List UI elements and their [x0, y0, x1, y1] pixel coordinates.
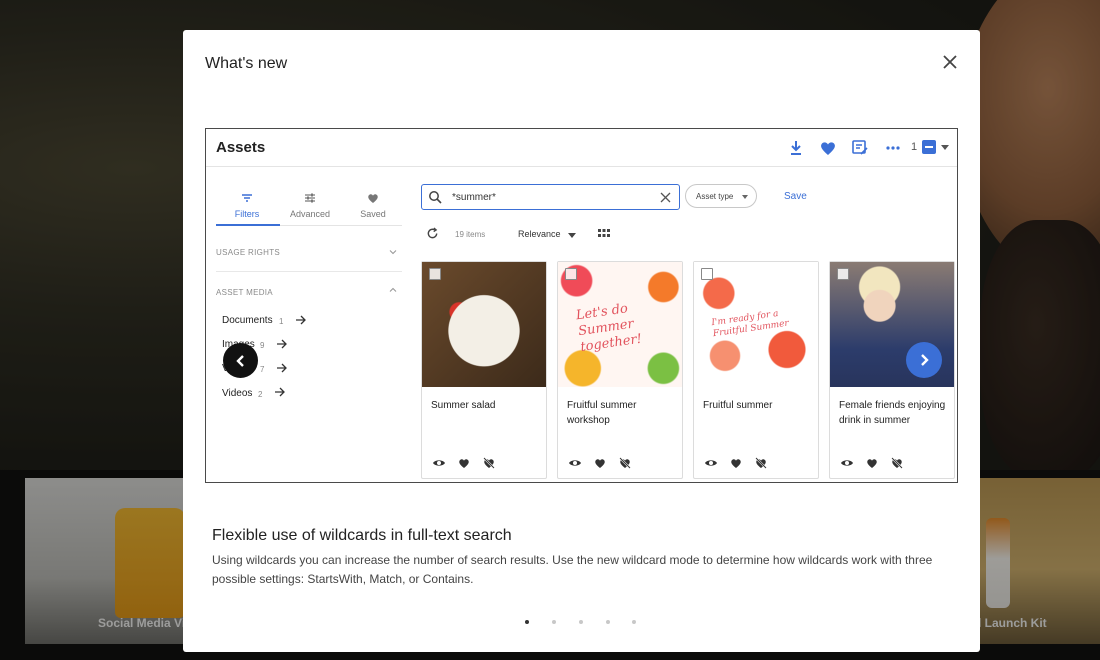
section-divider	[216, 271, 402, 272]
previous-slide-button[interactable]	[223, 343, 258, 378]
search-icon	[429, 191, 442, 204]
chevron-down-icon[interactable]	[568, 233, 576, 238]
asset-checkbox[interactable]	[429, 268, 441, 280]
close-icon	[943, 55, 957, 69]
filter-icon	[242, 194, 252, 202]
feature-title: Flexible use of wildcards in full-text s…	[212, 527, 512, 544]
asset-actions	[704, 456, 774, 470]
section-usage-rights[interactable]: USAGE RIGHTS	[216, 248, 280, 257]
asset-card[interactable]: I'm ready for a Fruitful Summer Fruitful…	[693, 261, 819, 479]
thumbnail-text: Let's do Summer together!	[575, 301, 643, 356]
whats-new-dialog: What's new Assets 1 Filters Advanced Sav…	[183, 30, 980, 652]
heart-icon[interactable]	[865, 456, 879, 470]
heart-off-icon[interactable]	[482, 456, 496, 470]
heart-icon	[368, 194, 378, 203]
items-count: 19 items	[455, 230, 486, 239]
close-button[interactable]	[940, 52, 960, 72]
assets-title: Assets	[216, 139, 266, 156]
asset-actions	[840, 456, 910, 470]
clear-icon[interactable]	[660, 192, 671, 203]
eye-icon[interactable]	[840, 456, 854, 470]
media-count: 2	[258, 390, 263, 399]
search-input[interactable]: *summer*	[421, 184, 680, 210]
sort-dropdown[interactable]: Relevance	[518, 229, 561, 239]
asset-checkbox[interactable]	[701, 268, 713, 280]
heart-off-icon[interactable]	[618, 456, 632, 470]
tab-filters[interactable]: Filters	[217, 191, 277, 219]
selection-count: 1	[911, 141, 918, 153]
edit-list-button[interactable]	[850, 138, 870, 158]
eye-icon[interactable]	[568, 456, 582, 470]
heart-icon[interactable]	[729, 456, 743, 470]
asset-checkbox[interactable]	[565, 268, 577, 280]
save-search-button[interactable]: Save	[784, 191, 807, 202]
tab-advanced[interactable]: Advanced	[280, 191, 340, 219]
heart-icon	[821, 142, 835, 155]
asset-actions	[432, 456, 502, 470]
dialog-title: What's new	[205, 55, 288, 72]
eye-icon[interactable]	[432, 456, 446, 470]
pagination-dot[interactable]	[579, 620, 583, 624]
edit-list-icon	[852, 140, 868, 155]
heart-icon[interactable]	[457, 456, 471, 470]
chevron-up-icon[interactable]	[389, 286, 397, 294]
tab-label: Advanced	[289, 209, 331, 219]
asset-checkbox[interactable]	[837, 268, 849, 280]
asset-thumbnail[interactable]: I'm ready for a Fruitful Summer	[694, 262, 818, 387]
sliders-icon	[305, 193, 315, 203]
asset-caption: Fruitful summer workshop	[567, 400, 637, 426]
asset-card[interactable]: Summer salad	[421, 261, 547, 479]
favorite-button[interactable]	[818, 138, 838, 158]
media-count: 7	[260, 365, 265, 374]
heart-off-icon[interactable]	[890, 456, 904, 470]
arrow-right-icon[interactable]	[295, 315, 307, 325]
download-icon	[791, 141, 801, 155]
pagination-dot[interactable]	[606, 620, 610, 624]
download-button[interactable]	[786, 138, 806, 158]
asset-actions	[568, 456, 638, 470]
media-count: 9	[260, 341, 265, 350]
heart-icon[interactable]	[593, 456, 607, 470]
pagination-dot[interactable]	[525, 620, 529, 624]
arrow-right-icon[interactable]	[276, 339, 288, 349]
asset-thumbnail[interactable]: Let's do Summer together!	[558, 262, 682, 387]
active-tab-indicator	[216, 224, 280, 226]
feature-description: Using wildcards you can increase the num…	[212, 553, 933, 586]
chevron-down-icon[interactable]	[941, 145, 949, 150]
tab-label: Saved	[360, 209, 386, 219]
heart-off-icon[interactable]	[754, 456, 768, 470]
chevron-right-icon	[921, 354, 929, 366]
feature-screenshot: Assets 1 Filters Advanced Saved USAGE RI…	[205, 128, 958, 483]
asset-caption: Female friends enjoying drink in summer	[839, 400, 946, 426]
more-button[interactable]	[883, 138, 903, 158]
grid-view-icon[interactable]	[598, 228, 610, 240]
tab-label: Filters	[234, 209, 260, 219]
chevron-down-icon	[742, 195, 748, 199]
search-value: *summer*	[452, 192, 496, 203]
asset-type-dropdown[interactable]: Asset type	[685, 184, 757, 208]
asset-caption: Summer salad	[431, 400, 496, 411]
assets-header: Assets 1	[206, 129, 957, 167]
asset-card[interactable]: Let's do Summer together! Fruitful summe…	[557, 261, 683, 479]
more-icon	[886, 146, 900, 150]
refresh-icon[interactable]	[426, 227, 439, 240]
media-item-documents[interactable]: Documents	[222, 315, 273, 326]
asset-type-label: Asset type	[696, 192, 734, 201]
chevron-left-icon	[236, 355, 244, 367]
arrow-right-icon[interactable]	[276, 363, 288, 373]
asset-thumbnail[interactable]	[422, 262, 546, 387]
pagination-dot[interactable]	[552, 620, 556, 624]
eye-icon[interactable]	[704, 456, 718, 470]
media-item-videos[interactable]: Videos	[222, 388, 252, 399]
pagination-dot[interactable]	[632, 620, 636, 624]
asset-caption: Fruitful summer	[703, 400, 773, 411]
arrow-right-icon[interactable]	[274, 387, 286, 397]
section-asset-media[interactable]: ASSET MEDIA	[216, 288, 273, 297]
media-count: 1	[279, 317, 284, 326]
select-all-checkbox[interactable]	[922, 140, 936, 154]
thumbnail-text: I'm ready for a Fruitful Summer	[710, 308, 790, 340]
next-slide-button[interactable]	[906, 342, 942, 378]
tab-saved[interactable]: Saved	[343, 191, 403, 219]
chevron-down-icon[interactable]	[389, 248, 397, 256]
